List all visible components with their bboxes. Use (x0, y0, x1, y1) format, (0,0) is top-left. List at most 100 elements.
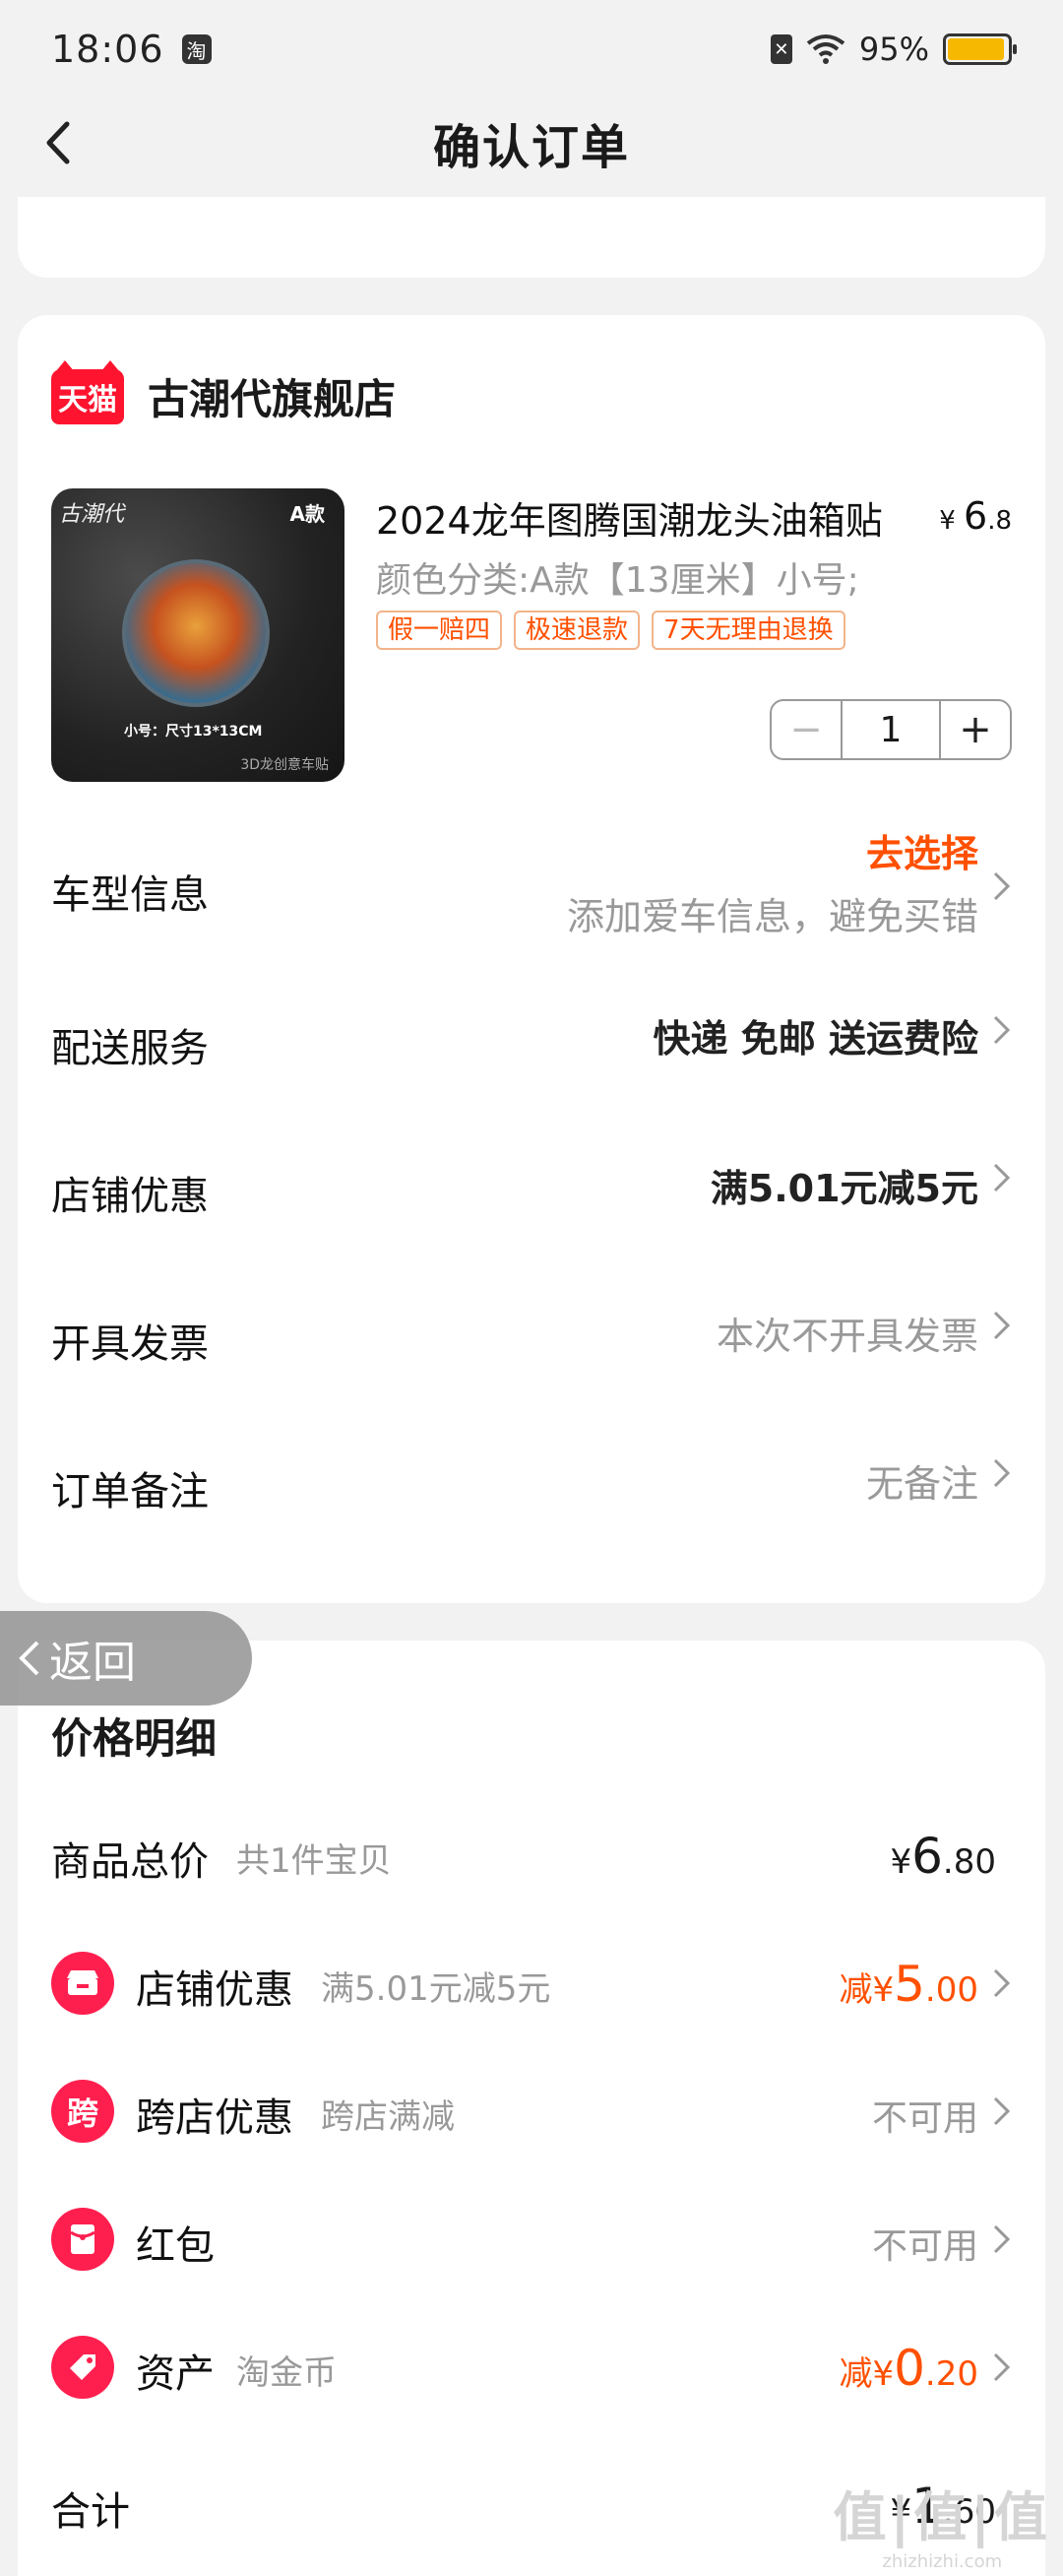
product-image-signature: 古潮代 (59, 502, 125, 527)
status-indicators: ✕ 95% (770, 31, 1017, 68)
cross-shop-value: 不可用 (871, 2098, 978, 2139)
discount-prefix: 减 (839, 1970, 873, 2010)
assets-label: 资产 (136, 2351, 215, 2397)
status-time: 18:06 (51, 28, 164, 71)
price-integer: 6 (964, 494, 988, 538)
back-button[interactable] (37, 120, 83, 165)
remark-label: 订单备注 (51, 1469, 209, 1514)
nav-bar: 确认订单 (0, 98, 1063, 187)
quantity-value[interactable]: 1 (843, 701, 939, 758)
cross-shop-label: 跨店优惠 (136, 2095, 293, 2141)
shop-name: 古潮代旗舰店 (148, 375, 397, 423)
service-tag: 极速退款 (514, 611, 641, 650)
car-model-row[interactable]: 车型信息 去选择 添加爱车信息，避免买错 (51, 817, 1012, 955)
battery-percent: 95% (858, 31, 929, 68)
car-model-hint: 添加爱车信息，避免买错 (566, 895, 978, 938)
product-image-size: 小号：尺寸13*13CM (124, 724, 263, 740)
currency-symbol: ¥ (872, 1970, 895, 2010)
total-goods-price: ¥6.80 (890, 1828, 996, 1885)
remark-row[interactable]: 订单备注 无备注 (51, 1438, 1012, 1526)
tmall-logo: 天猫 (51, 359, 124, 424)
red-packet-row[interactable]: 红包 不可用 (51, 2202, 1012, 2281)
assets-row[interactable]: 资产 淘金币 减¥0.20 (51, 2330, 1012, 2409)
taobao-app-icon: 淘 (181, 34, 212, 64)
shop-header[interactable]: 天猫 古潮代旗舰店 (51, 359, 397, 426)
car-model-select[interactable]: 去选择 (866, 823, 978, 877)
delivery-row[interactable]: 配送服务 快递 免邮 送运费险 (51, 995, 1012, 1083)
chevron-right-icon (992, 870, 1012, 902)
chevron-right-icon (992, 1310, 1012, 1341)
product-image[interactable]: 古潮代 A款 小号：尺寸13*13CM 3D龙创意车贴 (51, 488, 344, 782)
red-packet-value: 不可用 (871, 2226, 978, 2267)
delivery-label: 配送服务 (51, 1026, 209, 1071)
price-shop-discount-label: 店铺优惠 (136, 1967, 293, 2013)
discount-prefix: 减 (839, 2354, 873, 2394)
price-symbol: ¥ (939, 506, 956, 536)
price-shop-discount-row[interactable]: 店铺优惠 满5.01元减5元 减¥5.00 (51, 1946, 1012, 2025)
battery-fill (948, 38, 1004, 60)
store-icon (51, 1952, 114, 2015)
tag-icon (51, 2336, 114, 2399)
chevron-left-icon (46, 121, 70, 164)
price-decimal: .80 (942, 1842, 996, 1882)
status-bar: 18:06 淘 ✕ 95% (0, 0, 1063, 98)
total-goods-count: 共1件宝贝 (236, 1841, 392, 1881)
cross-shop-icon: 跨 (51, 2080, 114, 2143)
product-price: ¥ 6.8 (939, 494, 1012, 538)
invoice-label: 开具发票 (51, 1321, 209, 1367)
price-integer: 6 (911, 1828, 943, 1885)
cross-shop-row[interactable]: 跨 跨店优惠 跨店满减 不可用 (51, 2074, 1012, 2153)
watermark: 值|值|值 zhizhizhi.com (834, 2474, 1051, 2572)
service-tag: 假一赔四 (376, 611, 503, 650)
assets-value: 减¥0.20 (839, 2340, 978, 2397)
chevron-right-icon (992, 1457, 1012, 1489)
battery-icon (943, 33, 1017, 65)
currency-symbol: ¥ (872, 2354, 895, 2394)
wifi-icon (806, 34, 845, 64)
shop-discount-row[interactable]: 店铺优惠 满5.01元减5元 (51, 1142, 1012, 1231)
chevron-left-icon (19, 1641, 39, 1676)
chevron-right-icon (992, 2095, 1012, 2127)
shop-discount-label: 店铺优惠 (51, 1174, 209, 1219)
remark-value: 无备注 (865, 1462, 978, 1506)
price-shop-discount-rule: 满5.01元减5元 (321, 1969, 551, 2009)
floating-back-button[interactable]: 返回 (0, 1611, 252, 1706)
price-decimal: .8 (987, 506, 1012, 536)
delivery-value: 快递 免邮 送运费险 (653, 1017, 978, 1061)
watermark-logo: 值|值|值 (833, 2486, 1051, 2548)
red-packet-label: 红包 (136, 2223, 215, 2269)
page-title: 确认订单 (432, 120, 630, 175)
price-detail-title: 价格明细 (51, 1714, 218, 1763)
price-detail-card: 价格明细 商品总价 共1件宝贝 ¥6.80 店铺优惠 满5.01元减5元 减¥5… (18, 1641, 1045, 2576)
invoice-row[interactable]: 开具发票 本次不开具发票 (51, 1290, 1012, 1379)
increase-button[interactable]: + (939, 701, 1010, 758)
product-image-badge: A款 (289, 502, 325, 526)
product-sku[interactable]: 颜色分类:A款【13厘米】小号; (376, 551, 859, 603)
red-packet-icon (51, 2208, 114, 2271)
currency-symbol: ¥ (890, 1842, 912, 1882)
chevron-right-icon (992, 2351, 1012, 2383)
address-card-bottom (18, 197, 1045, 278)
chevron-right-icon (992, 1162, 1012, 1193)
decrease-button[interactable]: − (772, 701, 843, 758)
chevron-right-icon (992, 1967, 1012, 1999)
sim-off-icon: ✕ (770, 34, 792, 64)
total-goods-label: 商品总价 (51, 1839, 209, 1885)
total-goods-row: 商品总价 共1件宝贝 ¥6.80 (51, 1818, 1012, 1897)
price-shop-discount-value: 减¥5.00 (839, 1956, 978, 2013)
subtotal-label: 合计 (51, 2489, 130, 2535)
watermark-url: zhizhizhi.com (882, 2551, 1003, 2572)
price-decimal: .20 (924, 2354, 978, 2394)
assets-sub: 淘金币 (236, 2353, 337, 2393)
cross-shop-sub: 跨店满减 (321, 2097, 455, 2137)
product-title[interactable]: 2024龙年图腾国潮龙头油箱贴 (376, 490, 883, 545)
service-tag: 7天无理由退换 (652, 611, 845, 650)
order-card: 天猫 古潮代旗舰店 古潮代 A款 小号：尺寸13*13CM 3D龙创意车贴 20… (18, 315, 1045, 1603)
invoice-value: 本次不开具发票 (716, 1315, 978, 1358)
dragon-emblem (122, 559, 270, 707)
floating-back-label: 返回 (49, 1638, 136, 1688)
price-integer: 0 (894, 2340, 925, 2397)
quantity-stepper: − 1 + (770, 699, 1012, 760)
service-tags: 假一赔四 极速退款 7天无理由退换 (376, 611, 845, 650)
price-decimal: .00 (924, 1970, 978, 2010)
